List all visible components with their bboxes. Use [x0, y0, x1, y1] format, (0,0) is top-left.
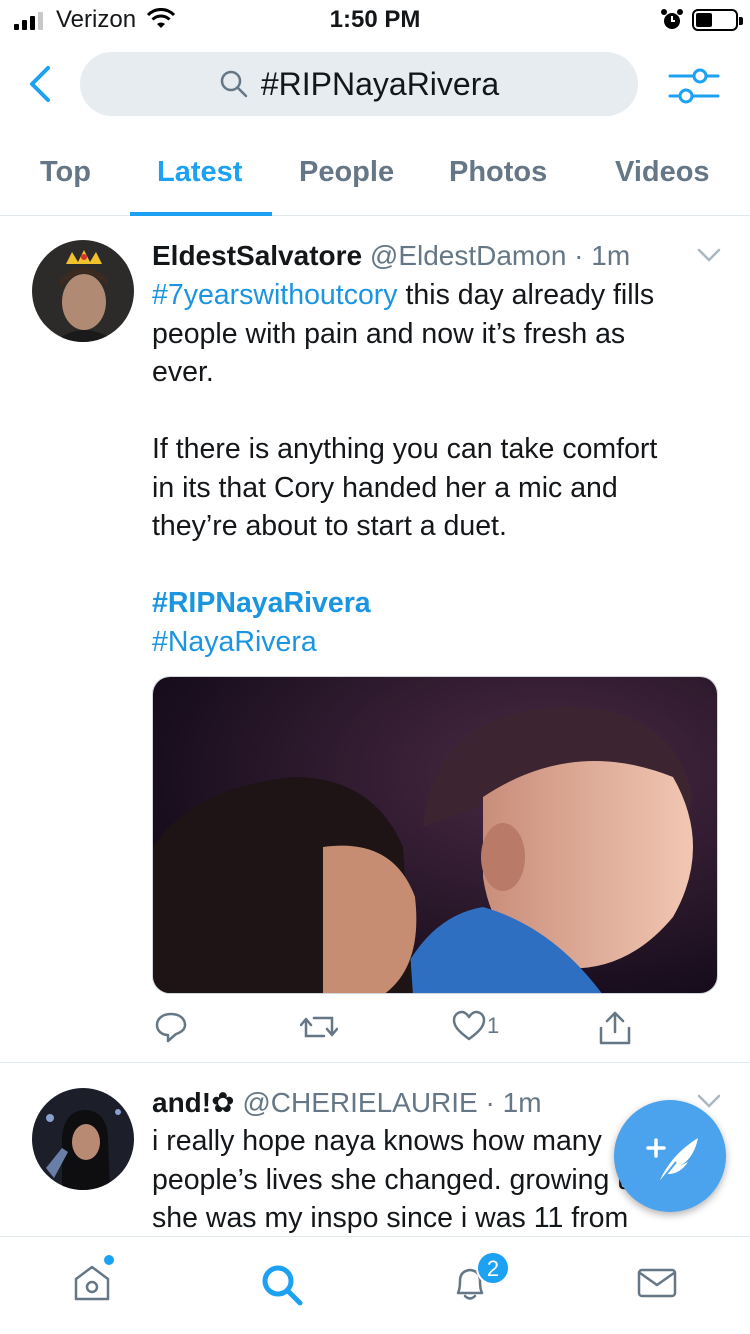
avatar[interactable]: [32, 240, 134, 342]
search-tabs: Top Latest People Photos Videos: [0, 130, 750, 216]
tweet-header: EldestSalvatore @EldestDamon · 1m: [152, 240, 630, 272]
tab-photos[interactable]: Photos: [449, 156, 547, 189]
notifications-badge: 2: [476, 1251, 510, 1285]
like-icon[interactable]: [452, 1010, 486, 1042]
tweet-header: and!✿ @CHERIELAURIE · 1m: [152, 1086, 542, 1119]
user-handle[interactable]: @EldestDamon: [370, 240, 567, 271]
tweet-text-line: ever.: [152, 356, 214, 388]
tweet-text-line: they’re about to start a duet.: [152, 510, 507, 542]
tweet-time: 1m: [591, 240, 631, 271]
like-count: 1: [487, 1013, 500, 1038]
home-icon[interactable]: [72, 1263, 112, 1303]
tab-videos[interactable]: Videos: [615, 156, 710, 189]
active-tab-indicator: [130, 212, 272, 216]
hashtag-link[interactable]: #RIPNayaRivera: [152, 587, 371, 619]
search-filter-button[interactable]: [668, 64, 720, 108]
tweet-photo[interactable]: [152, 676, 718, 994]
retweet-icon[interactable]: [300, 1010, 338, 1044]
back-button[interactable]: [22, 62, 58, 106]
tweet-time: 1m: [502, 1087, 542, 1118]
compose-tweet-button[interactable]: [614, 1100, 726, 1212]
avatar[interactable]: [32, 1088, 134, 1190]
bottom-nav: 2: [0, 1236, 750, 1334]
display-name[interactable]: and!✿: [152, 1087, 235, 1118]
display-name[interactable]: EldestSalvatore: [152, 240, 362, 271]
compose-feather-icon: [646, 1138, 698, 1183]
flower-icon: ✿: [211, 1087, 235, 1118]
tab-people[interactable]: People: [299, 156, 394, 189]
search-icon[interactable]: [260, 1263, 304, 1307]
alarm-icon: [661, 9, 683, 29]
tweet-text-line: this day already fills: [397, 279, 655, 311]
status-bar: Verizon 1:50 PM: [0, 0, 750, 40]
tweet-text-line: If there is anything you can take comfor…: [152, 433, 658, 465]
tweet-text: #7yearswithoutcory this day already fill…: [152, 276, 727, 661]
tweet-actions: [152, 1010, 718, 1046]
share-icon[interactable]: [598, 1010, 632, 1046]
chevron-down-icon[interactable]: [696, 246, 722, 264]
reply-icon[interactable]: [154, 1010, 188, 1044]
separator-dot: ·: [566, 240, 592, 271]
search-input[interactable]: #RIPNayaRivera: [80, 52, 638, 116]
tweet-divider: [0, 1062, 750, 1063]
clock: 1:50 PM: [329, 6, 421, 33]
tweet-text-line: in its that Cory handed her a mic and: [152, 471, 618, 504]
separator-dot: ·: [477, 1087, 503, 1118]
search-query: #RIPNayaRivera: [260, 65, 500, 102]
new-content-dot: [104, 1255, 114, 1265]
battery-icon: [692, 9, 743, 31]
tweet-text-line: people with pain and now it’s fresh as: [152, 317, 626, 350]
tab-latest[interactable]: Latest: [157, 156, 242, 189]
search-icon: [220, 70, 248, 98]
user-handle[interactable]: @CHERIELAURIE: [242, 1087, 477, 1118]
messages-mail-icon[interactable]: [636, 1263, 678, 1303]
tab-top[interactable]: Top: [40, 156, 91, 189]
search-header: #RIPNayaRivera: [0, 40, 750, 130]
hashtag-link[interactable]: #NayaRivera: [152, 626, 317, 658]
hashtag-link[interactable]: #7yearswithoutcory: [152, 279, 398, 311]
